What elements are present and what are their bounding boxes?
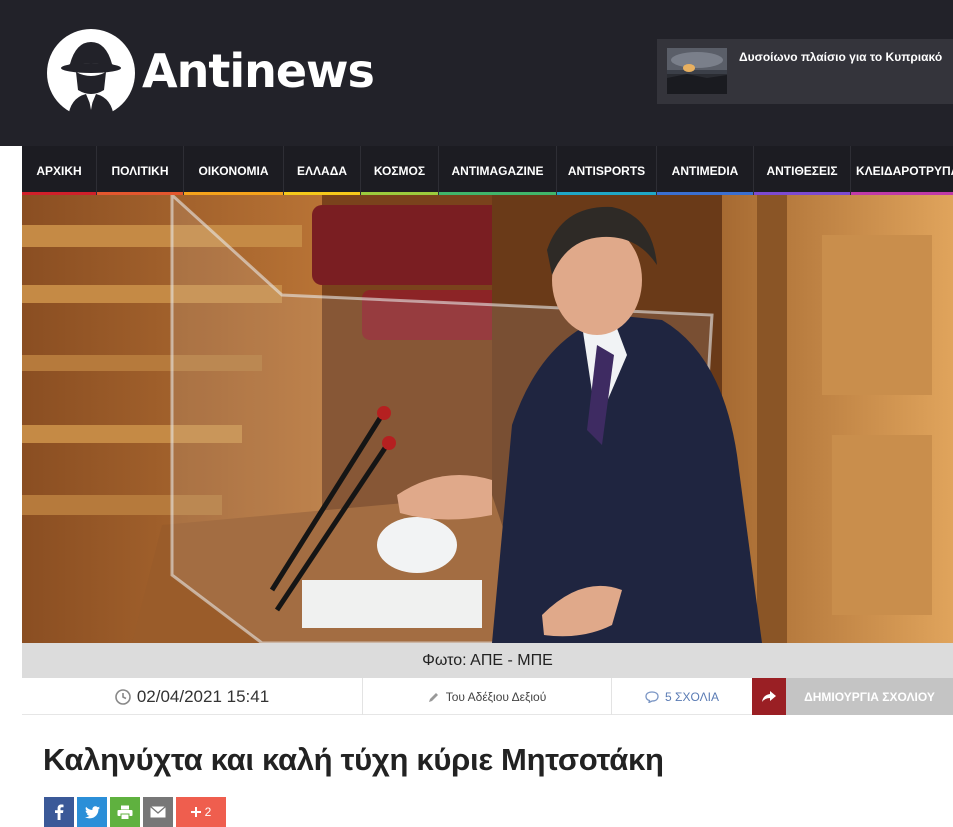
pencil-icon xyxy=(428,691,440,703)
facebook-icon xyxy=(55,804,64,820)
article-hero-image xyxy=(22,195,953,643)
nav-item-politics[interactable]: ΠΟΛΙΤΙΚΗ xyxy=(97,146,184,195)
promo-title: Δυσοίωνο πλαίσιο για το Κυπριακό xyxy=(739,50,943,64)
article-author[interactable]: Του Αδέξιου Δεξιού xyxy=(363,678,612,715)
promo-article[interactable]: Δυσοίωνο πλαίσιο για το Κυπριακό xyxy=(657,39,953,104)
nav-item-world[interactable]: ΚΟΣΜΟΣ xyxy=(361,146,439,195)
nav-item-greece[interactable]: ΕΛΛΑΔΑ xyxy=(284,146,361,195)
nav-item-home[interactable]: ΑΡΧΙΚΗ xyxy=(22,146,97,195)
article-title: Καληνύχτα και καλή τύχη κύριε Μητσοτάκη xyxy=(43,742,664,777)
share-count: 2 xyxy=(204,805,212,819)
facebook-share-button[interactable] xyxy=(44,797,74,827)
nav-item-antitheseis[interactable]: ΑΝΤΙΘΕΣΕΙΣ xyxy=(754,146,851,195)
more-share-button[interactable]: 2 xyxy=(176,797,226,827)
share-arrow-icon xyxy=(762,690,776,702)
twitter-icon xyxy=(84,805,100,818)
nav-item-antisports[interactable]: ANTISPORTS xyxy=(557,146,657,195)
print-icon xyxy=(117,805,133,820)
plus-icon xyxy=(190,807,201,817)
share-arrow-button[interactable] xyxy=(752,678,786,715)
spy-logo-icon xyxy=(47,29,135,118)
print-button[interactable] xyxy=(110,797,140,827)
main-nav: ΑΡΧΙΚΗ ΠΟΛΙΤΙΚΗ ΟΙΚΟΝΟΜΙΑ ΕΛΛΑΔΑ ΚΟΣΜΟΣ … xyxy=(22,146,953,195)
comment-bubble-icon xyxy=(645,690,659,703)
promo-thumbnail xyxy=(667,48,727,94)
clock-icon xyxy=(115,688,131,705)
create-comment-button[interactable]: ΔΗΜΙΟΥΡΓΙΑ ΣΧΟΛΙΟΥ xyxy=(786,678,953,715)
email-icon xyxy=(150,806,166,818)
nav-item-keyhole[interactable]: ΚΛΕΙΔΑΡΟΤΡΥΠΑ xyxy=(851,146,953,195)
nav-item-antimagazine[interactable]: ANTIMAGAZINE xyxy=(439,146,557,195)
nav-item-economy[interactable]: ΟΙΚΟΝΟΜΙΑ xyxy=(184,146,284,195)
email-share-button[interactable] xyxy=(143,797,173,827)
article-date: 02/04/2021 15:41 xyxy=(22,678,363,715)
nav-item-antimedia[interactable]: ANTIMEDIA xyxy=(657,146,754,195)
comments-link[interactable]: 5 ΣΧΟΛΙΑ xyxy=(612,678,752,715)
share-buttons: 2 xyxy=(44,797,226,827)
site-name: Antinews xyxy=(142,44,375,98)
site-logo[interactable]: Antinews xyxy=(46,28,375,118)
twitter-share-button[interactable] xyxy=(77,797,107,827)
article-meta-bar: 02/04/2021 15:41 Του Αδέξιου Δεξιού 5 ΣΧ… xyxy=(22,678,953,715)
site-header: Antinews Δυσοίωνο πλαίσιο για το Κυπριακ… xyxy=(0,0,953,146)
photo-caption: Φωτο: ΑΠΕ - ΜΠΕ xyxy=(22,643,953,678)
